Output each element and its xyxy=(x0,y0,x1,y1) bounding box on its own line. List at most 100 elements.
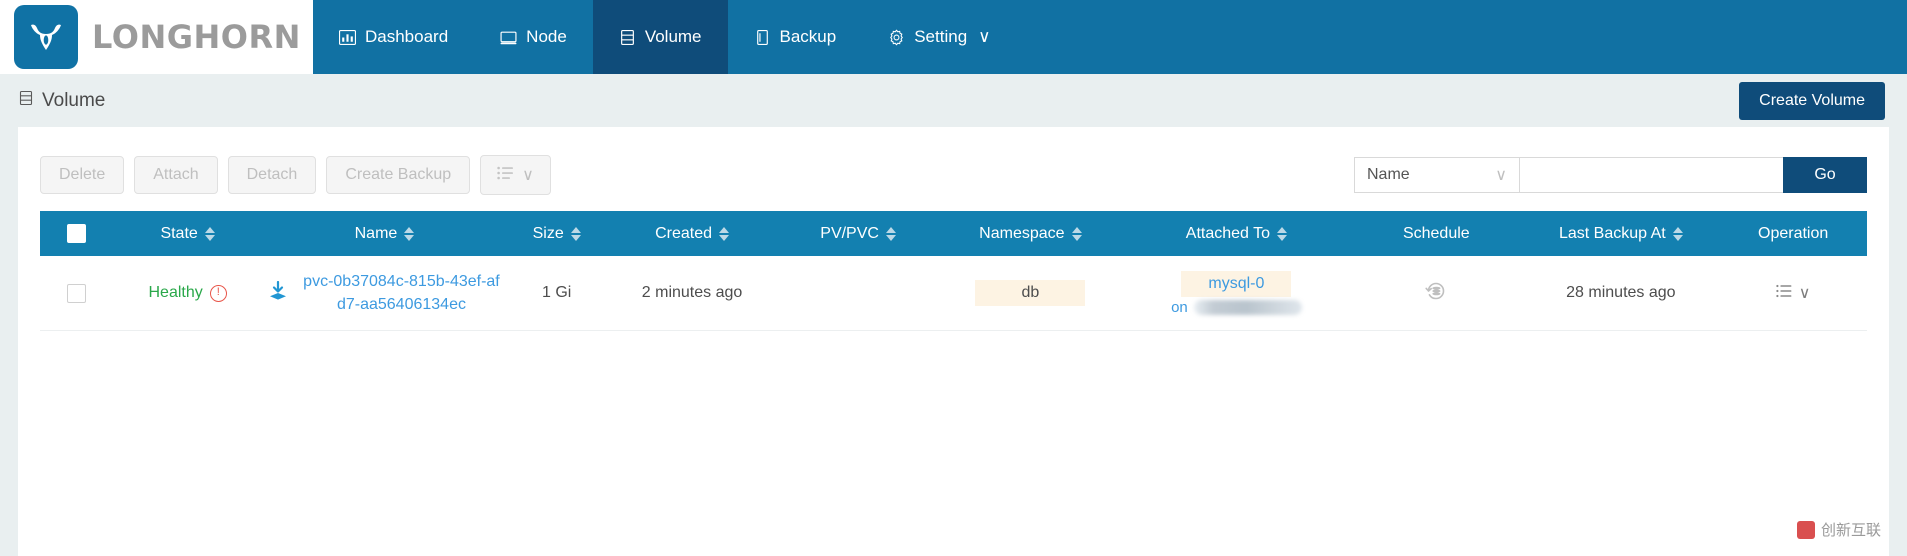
page-title-bar: Volume Create Volume xyxy=(0,74,1907,127)
sort-icon[interactable] xyxy=(205,227,215,241)
column-label: PV/PVC xyxy=(820,225,879,243)
search-input[interactable] xyxy=(1519,157,1783,193)
list-lines-icon xyxy=(1776,284,1793,303)
create-backup-button[interactable]: Create Backup xyxy=(326,156,470,194)
row-namespace-cell: db xyxy=(938,256,1123,331)
select-all-header xyxy=(40,211,114,256)
sort-icon[interactable] xyxy=(404,227,414,241)
nav-item-label: Volume xyxy=(645,27,702,47)
row-schedule-cell xyxy=(1350,256,1522,331)
column-label: Namespace xyxy=(979,225,1064,243)
toolbar-actions: Delete Attach Detach Create Backup ∨ xyxy=(40,155,551,195)
column-header-operation: Operation xyxy=(1719,211,1867,256)
search-field-select[interactable]: Name ∨ xyxy=(1354,157,1519,193)
table-header-row: State Name Size xyxy=(40,211,1867,256)
attach-button[interactable]: Attach xyxy=(134,156,217,194)
list-bars-icon xyxy=(497,166,514,185)
column-header-attached-to[interactable]: Attached To xyxy=(1123,211,1351,256)
brand-name: LONGHORN xyxy=(92,18,301,56)
row-pv-pvc-cell xyxy=(778,256,938,331)
chevron-down-icon: ∨ xyxy=(978,27,990,47)
row-attached-to-cell: mysql-0 on xyxy=(1123,256,1351,331)
column-label: Name xyxy=(355,225,398,243)
volume-stack-icon xyxy=(619,29,636,46)
column-label: Schedule xyxy=(1403,225,1470,243)
chevron-down-icon: ∨ xyxy=(522,165,534,185)
nav-item-backup[interactable]: Backup xyxy=(728,0,863,74)
row-checkbox[interactable] xyxy=(67,284,86,303)
table-row: Healthy ! pvc-0b37084c-815b-4 xyxy=(40,256,1867,331)
chevron-down-icon: ∨ xyxy=(1495,165,1507,185)
row-operation-cell: ∨ xyxy=(1719,256,1867,331)
column-header-namespace[interactable]: Namespace xyxy=(938,211,1123,256)
sort-icon[interactable] xyxy=(571,227,581,241)
sort-icon[interactable] xyxy=(1673,227,1683,241)
row-operation-menu-button[interactable]: ∨ xyxy=(1725,283,1861,303)
row-created-cell: 2 minutes ago xyxy=(606,256,778,331)
namespace-tag: db xyxy=(975,280,1085,306)
sort-icon[interactable] xyxy=(1277,227,1287,241)
delete-button[interactable]: Delete xyxy=(40,156,124,194)
exclamation-circle-icon[interactable]: ! xyxy=(210,285,227,302)
nav-item-label: Node xyxy=(526,27,567,47)
row-last-backup-at-cell: 28 minutes ago xyxy=(1522,256,1719,331)
column-header-pv-pvc[interactable]: PV/PVC xyxy=(778,211,938,256)
detach-button[interactable]: Detach xyxy=(228,156,317,194)
longhorn-bull-icon xyxy=(14,5,78,69)
nav-item-label: Backup xyxy=(780,27,837,47)
search-go-button[interactable]: Go xyxy=(1783,157,1867,193)
dashboard-chart-icon xyxy=(339,29,356,46)
page-title: Volume xyxy=(42,90,105,112)
nav-item-dashboard[interactable]: Dashboard xyxy=(313,0,474,74)
column-header-state[interactable]: State xyxy=(114,211,262,256)
backup-box-icon xyxy=(754,29,771,46)
volume-table: State Name Size xyxy=(40,211,1867,331)
nav-item-setting[interactable]: Setting ∨ xyxy=(862,0,1016,74)
attached-on-label: on xyxy=(1171,299,1188,316)
column-label: Created xyxy=(655,225,712,243)
attached-node-line: on xyxy=(1171,299,1302,316)
row-select-cell xyxy=(40,256,114,331)
sort-icon[interactable] xyxy=(886,227,896,241)
row-name-cell: pvc-0b37084c-815b-43ef-afd7-aa56406134ec xyxy=(261,256,507,331)
column-label: Attached To xyxy=(1186,225,1270,243)
recurring-snapshot-icon[interactable] xyxy=(1423,291,1449,308)
left-gutter xyxy=(0,127,18,556)
search-group: Name ∨ Go xyxy=(1354,157,1867,193)
search-field-label: Name xyxy=(1367,166,1410,184)
watermark-text: 创新互联 xyxy=(1821,519,1881,540)
sort-icon[interactable] xyxy=(1072,227,1082,241)
nav-item-label: Setting xyxy=(914,27,967,47)
column-header-last-backup-at[interactable]: Last Backup At xyxy=(1522,211,1719,256)
nav-item-volume[interactable]: Volume xyxy=(593,0,728,74)
chevron-down-icon: ∨ xyxy=(1799,283,1811,303)
select-all-checkbox[interactable] xyxy=(67,224,86,243)
volume-name-link[interactable]: pvc-0b37084c-815b-43ef-afd7-aa56406134ec xyxy=(301,270,501,316)
gear-icon xyxy=(888,29,905,46)
brand[interactable]: LONGHORN xyxy=(0,0,313,74)
more-actions-button[interactable]: ∨ xyxy=(480,155,551,195)
column-label: State xyxy=(160,225,197,243)
volume-content-card: Delete Attach Detach Create Backup ∨ Nam… xyxy=(0,127,1907,331)
nav-item-label: Dashboard xyxy=(365,27,448,47)
row-state-label: Healthy xyxy=(149,284,203,302)
column-label: Last Backup At xyxy=(1559,225,1666,243)
watermark-logo-icon xyxy=(1797,521,1815,539)
column-header-name[interactable]: Name xyxy=(261,211,507,256)
row-size-cell: 1 Gi xyxy=(507,256,605,331)
breadcrumb: Volume xyxy=(18,90,105,112)
row-state-cell: Healthy ! xyxy=(114,256,262,331)
volume-attached-icon xyxy=(267,281,289,306)
column-label: Size xyxy=(533,225,564,243)
sort-icon[interactable] xyxy=(719,227,729,241)
nav-items: Dashboard Node Volume Backup xyxy=(313,0,1017,74)
create-volume-button[interactable]: Create Volume xyxy=(1739,82,1885,120)
nav-item-node[interactable]: Node xyxy=(474,0,593,74)
top-navbar: LONGHORN Dashboard Node Volume Backup xyxy=(0,0,1907,74)
attached-node-name-redacted xyxy=(1194,300,1302,315)
column-header-created[interactable]: Created xyxy=(606,211,778,256)
column-header-schedule: Schedule xyxy=(1350,211,1522,256)
volume-stack-icon xyxy=(18,90,34,112)
column-header-size[interactable]: Size xyxy=(507,211,605,256)
attached-pod-tag[interactable]: mysql-0 xyxy=(1181,271,1291,297)
